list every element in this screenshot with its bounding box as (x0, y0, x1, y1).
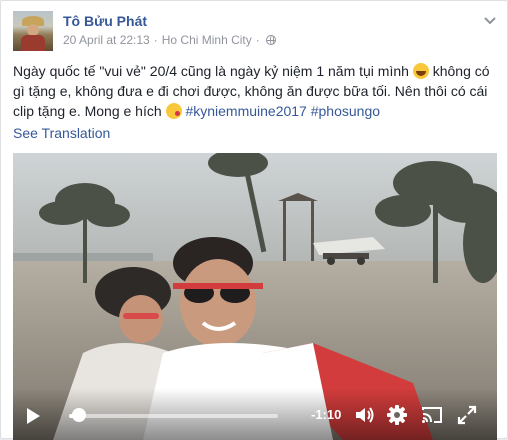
volume-icon[interactable] (353, 404, 375, 426)
meta-separator-2: · (255, 33, 260, 47)
post-header: Tô Bửu Phát 20 April at 22:13 · Ho Chi M… (13, 11, 497, 51)
post-meta: 20 April at 22:13 · Ho Chi Minh City · (63, 33, 276, 47)
post-body: Ngày quốc tế "vui vẻ" 20/4 cũng là ngày … (13, 61, 497, 121)
hashtag-link[interactable]: #kyniemmuine2017 (185, 103, 306, 119)
avatar[interactable] (13, 11, 53, 51)
globe-icon[interactable] (265, 35, 276, 45)
video-controls: -1:10 (13, 388, 497, 440)
progress-knob[interactable] (72, 408, 87, 422)
hashtag-link[interactable]: #phosungo (311, 103, 380, 119)
laughing-emoji-icon (412, 63, 429, 79)
fullscreen-icon[interactable] (456, 404, 478, 426)
post-text-part1: Ngày quốc tế "vui vẻ" 20/4 cũng là ngày … (13, 63, 413, 79)
post-location[interactable]: Ho Chi Minh City (162, 33, 252, 47)
settings-icon[interactable] (386, 404, 408, 426)
post-card: Tô Bửu Phát 20 April at 22:13 · Ho Chi M… (0, 0, 508, 440)
author-name[interactable]: Tô Bửu Phát (63, 13, 147, 29)
cast-icon[interactable] (421, 404, 443, 426)
meta-separator: · (153, 33, 158, 47)
chevron-down-icon[interactable] (483, 15, 497, 29)
kissing-emoji-icon (165, 103, 182, 119)
video-player[interactable]: -1:10 (13, 153, 497, 440)
progress-bar[interactable] (69, 414, 278, 418)
see-translation-link[interactable]: See Translation (13, 125, 110, 141)
post-timestamp[interactable]: 20 April at 22:13 (63, 33, 150, 47)
play-icon[interactable] (27, 408, 40, 424)
time-remaining: -1:10 (311, 407, 342, 422)
avatar-shirt (21, 35, 45, 51)
